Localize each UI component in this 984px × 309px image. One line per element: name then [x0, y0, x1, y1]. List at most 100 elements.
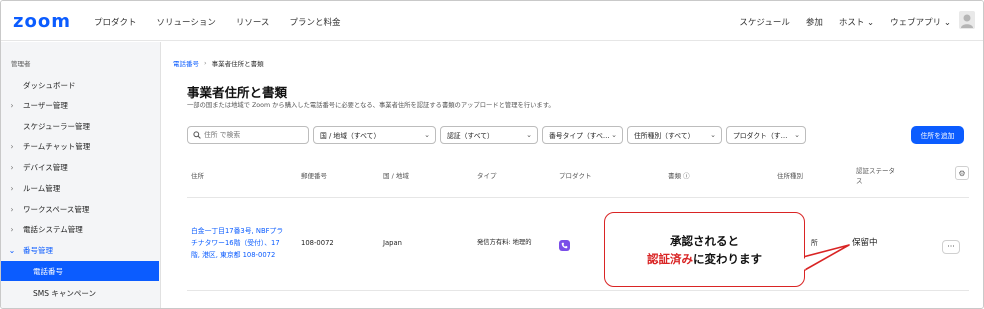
- chevron-down-icon: ⌄: [526, 131, 532, 139]
- chevron-down-icon: ⌄: [424, 131, 430, 139]
- verification-status-cell: 保留中: [852, 238, 878, 248]
- sidebar-item-room-management[interactable]: › ルーム管理: [1, 178, 161, 198]
- nav-products[interactable]: プロダクト: [94, 16, 137, 28]
- address-line: 白金一丁目17番3号, NBFプラ: [191, 227, 284, 235]
- callout-line-2: 認証済みに変わります: [647, 251, 762, 267]
- address-type-cell: 所: [811, 239, 818, 247]
- phone-icon: [559, 240, 570, 251]
- breadcrumb-link-phone-numbers[interactable]: 電話番号: [173, 58, 199, 68]
- sidebar-header: 管理者: [11, 60, 31, 68]
- nav-left: プロダクト ソリューション リソース プランと料金: [94, 16, 360, 28]
- chevron-right-icon: ›: [10, 162, 14, 172]
- dropdown-label: 番号タイプ（すべ…: [549, 132, 610, 140]
- divider: [187, 197, 969, 198]
- dropdown-label: プロダクト（す…: [733, 132, 788, 140]
- address-type-filter-dropdown[interactable]: 住所種別（すべて） ⌄: [627, 126, 722, 144]
- sidebar: 管理者 ダッシュボード › ユーザー管理 スケジューラー管理 › チームチャット…: [1, 42, 161, 308]
- sidebar-item-label: 電話番号: [33, 266, 63, 276]
- callout-line-1: 承認されると: [670, 233, 739, 248]
- sidebar-item-label: ユーザー管理: [23, 100, 68, 110]
- nav-web-app[interactable]: ウェブアプリ ⌄: [890, 16, 951, 28]
- search-input[interactable]: [204, 131, 304, 139]
- sidebar-item-label: 番号管理: [23, 245, 53, 255]
- search-icon: [193, 131, 201, 139]
- column-header-address-type[interactable]: 住所種別: [777, 171, 803, 181]
- postal-code-cell: 108-0072: [301, 239, 334, 247]
- sidebar-item-user-management[interactable]: › ユーザー管理: [1, 95, 161, 115]
- sidebar-item-number-management[interactable]: ⌄ 番号管理: [1, 240, 161, 260]
- sidebar-item-team-chat-management[interactable]: › チームチャット管理: [1, 136, 161, 156]
- avatar-icon[interactable]: [959, 11, 975, 29]
- sidebar-item-label: スケジューラー管理: [23, 121, 90, 131]
- app-window: zoom プロダクト ソリューション リソース プランと料金 スケジュール 参加…: [0, 0, 984, 309]
- page-description: 一部の国または地域で Zoom から購入した電話番号に必要となる、事業者住所を認…: [187, 102, 555, 109]
- column-header-country[interactable]: 国 / 地域: [383, 171, 409, 181]
- main-content: 電話番号 › 事業者住所と書類 事業者住所と書類 一部の国または地域で Zoom…: [162, 42, 983, 308]
- nav-right: スケジュール 参加 ホスト ⌄ ウェブアプリ ⌄: [723, 16, 951, 28]
- gear-icon[interactable]: ⚙: [955, 166, 969, 180]
- top-nav: zoom プロダクト ソリューション リソース プランと料金 スケジュール 参加…: [1, 1, 983, 41]
- nav-schedule[interactable]: スケジュール: [739, 16, 789, 28]
- sidebar-item-label: デバイス管理: [23, 162, 68, 172]
- sidebar-item-phone-system-management[interactable]: › 電話システム管理: [1, 219, 161, 239]
- number-type-filter-dropdown[interactable]: 番号タイプ（すべ… ⌄: [542, 126, 623, 144]
- add-address-button[interactable]: 住所を追加: [911, 126, 964, 144]
- column-header-label: 認証ステータ: [856, 167, 895, 175]
- chevron-down-icon: ⌄: [794, 131, 800, 139]
- type-cell: 発信方有料: 地理的: [477, 239, 532, 246]
- sidebar-item-label: 電話システム管理: [23, 224, 83, 234]
- chevron-right-icon: ›: [10, 224, 14, 234]
- column-header-documents[interactable]: 書類 ⓘ: [668, 171, 690, 181]
- breadcrumb-separator: ›: [204, 59, 207, 67]
- column-header-label: ス: [856, 177, 863, 185]
- chevron-right-icon: ›: [10, 100, 14, 110]
- product-filter-dropdown[interactable]: プロダクト（す… ⌄: [726, 126, 806, 144]
- sidebar-item-dashboard[interactable]: ダッシュボード: [1, 75, 161, 95]
- address-line: 階, 港区, 東京都 108-0072: [191, 251, 276, 259]
- search-box[interactable]: [187, 126, 309, 144]
- address-link[interactable]: 白金一丁目17番3号, NBFプラ チナタワー16階（受付）、17 階, 港区,…: [191, 225, 291, 261]
- country-cell: Japan: [383, 239, 402, 247]
- dropdown-label: 住所種別（すべて）: [634, 132, 695, 140]
- breadcrumb: 電話番号 › 事業者住所と書類: [173, 58, 264, 68]
- nav-resources[interactable]: リソース: [236, 16, 270, 28]
- callout-rest: に変わります: [693, 251, 762, 266]
- divider: [187, 290, 969, 291]
- zoom-logo[interactable]: zoom: [13, 11, 71, 32]
- sidebar-item-sms-campaign[interactable]: SMS キャンペーン: [1, 283, 161, 303]
- chevron-right-icon: ›: [10, 141, 14, 151]
- breadcrumb-current: 事業者住所と書類: [211, 60, 264, 68]
- table-header: 住所 郵便番号 国 / 地域 タイプ プロダクト 書類 ⓘ 住所種別 認証ステー…: [187, 164, 969, 194]
- sidebar-item-label: ダッシュボード: [23, 80, 76, 90]
- nav-solutions[interactable]: ソリューション: [157, 16, 216, 28]
- page-title: 事業者住所と書類: [187, 85, 288, 100]
- nav-host[interactable]: ホスト ⌄: [839, 16, 874, 28]
- callout-highlight: 認証済み: [647, 251, 693, 266]
- dropdown-label: 国 / 地域（すべて）: [320, 132, 381, 140]
- sidebar-item-phone-numbers[interactable]: 電話番号: [1, 261, 159, 281]
- chevron-down-icon: ⌄: [8, 245, 16, 255]
- sidebar-item-scheduler-management[interactable]: スケジューラー管理: [1, 116, 161, 136]
- column-header-type[interactable]: タイプ: [477, 171, 497, 181]
- country-filter-dropdown[interactable]: 国 / 地域（すべて） ⌄: [313, 126, 436, 144]
- nav-join[interactable]: 参加: [806, 16, 823, 28]
- sidebar-item-label: SMS キャンペーン: [33, 288, 97, 298]
- sidebar-item-label: ワークスペース管理: [23, 204, 90, 214]
- chevron-down-icon: ⌄: [611, 131, 617, 139]
- column-header-product[interactable]: プロダクト: [559, 171, 592, 181]
- dropdown-label: 認証（すべて）: [447, 132, 494, 140]
- sidebar-item-device-management[interactable]: › デバイス管理: [1, 157, 161, 177]
- column-header-postal-code[interactable]: 郵便番号: [301, 171, 327, 181]
- verification-filter-dropdown[interactable]: 認証（すべて） ⌄: [440, 126, 538, 144]
- column-header-verification-status[interactable]: 認証ステータ ス: [856, 166, 895, 186]
- column-header-address[interactable]: 住所: [191, 171, 204, 181]
- sidebar-item-label: ルーム管理: [23, 183, 61, 193]
- sidebar-item-workspace-management[interactable]: › ワークスペース管理: [1, 199, 161, 219]
- chevron-right-icon: ›: [10, 204, 14, 214]
- sidebar-item-label: チームチャット管理: [23, 141, 91, 151]
- more-actions-button[interactable]: ···: [942, 240, 960, 254]
- nav-pricing[interactable]: プランと料金: [289, 16, 340, 28]
- callout-annotation: 承認されると 認証済みに変わります: [604, 212, 805, 287]
- table-row: 白金一丁目17番3号, NBFプラ チナタワー16階（受付）、17 階, 港区,…: [187, 219, 969, 269]
- chevron-down-icon: ⌄: [710, 131, 716, 139]
